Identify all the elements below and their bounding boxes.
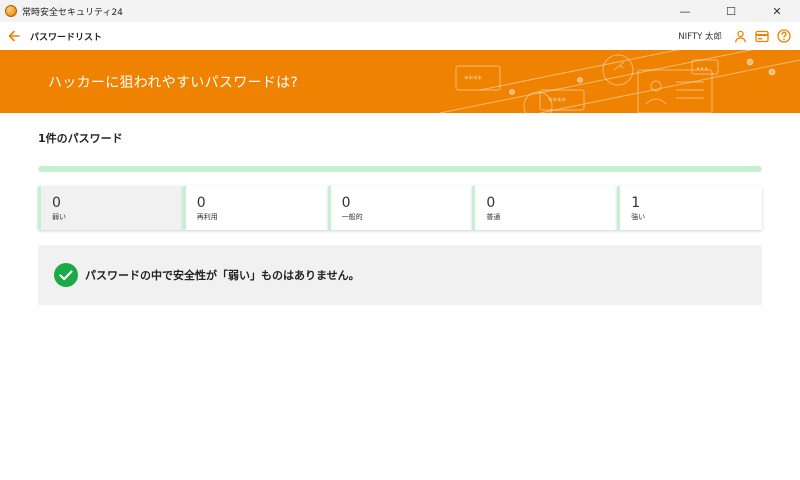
- stat-reused[interactable]: 0 再利用: [182, 186, 328, 230]
- strength-progress-fill: [38, 166, 762, 172]
- stat-label: 普通: [486, 213, 501, 221]
- no-weak-passwords-notice: パスワードの中で安全性が「弱い」ものはありません。: [38, 245, 762, 305]
- app-title: 常時安全セキュリティ24: [22, 7, 123, 18]
- card-button[interactable]: [754, 28, 770, 44]
- maximize-button[interactable]: ☐: [708, 0, 754, 22]
- strength-progress-bar: [38, 166, 762, 172]
- check-circle-icon: [54, 263, 78, 287]
- stat-weak[interactable]: 0 弱い: [38, 186, 183, 230]
- stat-normal[interactable]: 0 普通: [472, 186, 618, 230]
- user-icon: [734, 30, 746, 42]
- notice-text: パスワードの中で安全性が「弱い」ものはありません。: [85, 269, 360, 282]
- window-titlebar: 常時安全セキュリティ24 — ☐ ✕: [0, 0, 800, 22]
- security-illustration: **** **** •••: [439, 50, 800, 113]
- page-header: パスワードリスト NIFTY 太郎: [0, 22, 800, 50]
- hero-banner: ハッカーに狙われやすいパスワードは? **** **** •••: [0, 50, 800, 113]
- stat-value: 1: [631, 195, 641, 211]
- app-logo-icon: [5, 5, 17, 17]
- stat-common[interactable]: 0 一般的: [327, 186, 473, 230]
- svg-text:****: ****: [464, 75, 483, 85]
- back-button[interactable]: [6, 28, 22, 44]
- svg-text:****: ****: [548, 97, 567, 107]
- stat-strong[interactable]: 1 強い: [617, 186, 762, 230]
- stat-value: 0: [52, 195, 61, 211]
- stat-label: 一般的: [341, 213, 363, 221]
- stat-label: 強い: [631, 213, 646, 221]
- account-button[interactable]: [732, 28, 748, 44]
- stat-label: 再利用: [196, 213, 218, 221]
- page-title: パスワードリスト: [30, 32, 103, 43]
- user-name: NIFTY 太郎: [678, 32, 722, 42]
- close-button[interactable]: ✕: [754, 0, 800, 22]
- header-actions: NIFTY 太郎: [678, 22, 792, 50]
- strength-stats: 0 弱い 0 再利用 0 一般的 0 普通 1 強い: [38, 186, 762, 230]
- help-button[interactable]: [776, 28, 792, 44]
- stat-value: 0: [196, 195, 206, 211]
- help-icon: [777, 29, 791, 43]
- stat-value: 0: [341, 195, 351, 211]
- stat-value: 0: [486, 195, 496, 211]
- card-icon: [755, 30, 769, 42]
- svg-text:•••: •••: [696, 65, 708, 73]
- stat-label: 弱い: [52, 213, 66, 221]
- banner-text: ハッカーに狙われやすいパスワードは?: [48, 75, 299, 91]
- password-count-title: 1件のパスワード: [38, 132, 123, 145]
- window-controls: — ☐ ✕: [662, 0, 800, 22]
- back-arrow-icon: [8, 30, 20, 42]
- minimize-button[interactable]: —: [662, 0, 708, 22]
